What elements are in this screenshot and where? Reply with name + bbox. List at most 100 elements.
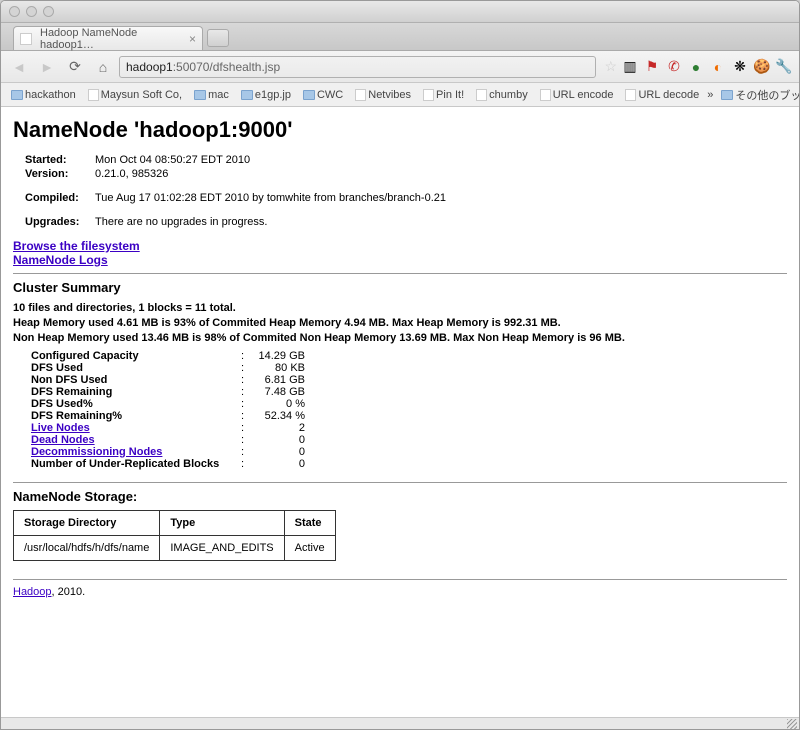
reload-button[interactable]: ⟳ — [63, 56, 87, 78]
stat-value: 0 % — [251, 398, 311, 410]
stat-value: 2 — [251, 422, 311, 434]
meta-label: Version: — [25, 167, 95, 181]
page-content: NameNode 'hadoop1:9000' Started:Mon Oct … — [1, 107, 799, 717]
storage-cell: /usr/local/hdfs/h/dfs/name — [14, 535, 160, 560]
meta-label: Started: — [25, 153, 95, 167]
home-button[interactable]: ⌂ — [91, 56, 115, 78]
meta-value: Tue Aug 17 01:02:28 EDT 2010 by tomwhite… — [95, 191, 452, 205]
stat-link[interactable]: Decommissioning Nodes — [31, 446, 162, 458]
bookmark-item[interactable]: URL decode — [621, 89, 703, 101]
bookmark-item[interactable]: CWC — [299, 89, 347, 101]
stat-value: 0 — [251, 458, 311, 470]
tab-bar: Hadoop NameNode hadoop1… × — [1, 23, 799, 51]
page-icon — [355, 89, 366, 101]
stat-label: DFS Remaining — [31, 386, 241, 398]
page-icon — [625, 89, 636, 101]
storage-table: Storage Directory Type State /usr/local/… — [13, 510, 336, 561]
extension-icon[interactable]: ⚑ — [643, 58, 661, 76]
stat-link[interactable]: Live Nodes — [31, 422, 90, 434]
stat-value: 0 — [251, 434, 311, 446]
tab-favicon — [20, 33, 32, 45]
stat-value: 7.48 GB — [251, 386, 311, 398]
stat-label: Configured Capacity — [31, 350, 241, 362]
bookmark-item[interactable]: Pin It! — [419, 89, 468, 101]
extension-icon[interactable]: ▥ — [621, 58, 639, 76]
meta-value: 0.21.0, 985326 — [95, 167, 452, 181]
folder-icon — [11, 90, 23, 100]
toolbar: ◄ ► ⟳ ⌂ hadoop1:50070/dfshealth.jsp ☆ ▥ … — [1, 51, 799, 83]
browse-filesystem-link[interactable]: Browse the filesystem — [13, 239, 140, 253]
zoom-icon[interactable] — [43, 6, 54, 17]
meta-table: Started:Mon Oct 04 08:50:27 EDT 2010 Ver… — [25, 153, 452, 229]
stat-label: DFS Remaining% — [31, 410, 241, 422]
stat-value: 0 — [251, 446, 311, 458]
back-button[interactable]: ◄ — [7, 56, 31, 78]
bookmark-item[interactable]: mac — [190, 89, 233, 101]
stat-label: DFS Used — [31, 362, 241, 374]
storage-header: Type — [160, 510, 284, 535]
bookmark-star-icon[interactable]: ☆ — [604, 58, 617, 75]
status-bar — [1, 717, 799, 730]
bookmark-item[interactable]: URL encode — [536, 89, 618, 101]
meta-value: There are no upgrades in progress. — [95, 215, 452, 229]
storage-heading: NameNode Storage: — [13, 489, 787, 504]
titlebar — [1, 1, 799, 23]
hadoop-link[interactable]: Hadoop — [13, 586, 52, 598]
bookmark-item[interactable]: hackathon — [7, 89, 80, 101]
storage-cell: IMAGE_AND_EDITS — [160, 535, 284, 560]
folder-icon — [194, 90, 206, 100]
storage-header: Storage Directory — [14, 510, 160, 535]
page-icon — [476, 89, 487, 101]
extension-icon[interactable]: ◐ — [709, 58, 727, 76]
stat-label[interactable]: Decommissioning Nodes — [31, 446, 241, 458]
extension-icon[interactable]: ✆ — [665, 58, 683, 76]
url-host: hadoop1 — [126, 60, 173, 74]
page-icon — [423, 89, 434, 101]
browser-tab[interactable]: Hadoop NameNode hadoop1… × — [13, 26, 203, 50]
url-rest: :50070/dfshealth.jsp — [173, 60, 280, 74]
extension-icon[interactable]: ❋ — [731, 58, 749, 76]
folder-icon — [303, 90, 315, 100]
forward-button[interactable]: ► — [35, 56, 59, 78]
stats-table: Configured Capacity:14.29 GBDFS Used:80 … — [31, 350, 311, 470]
stat-value: 52.34 % — [251, 410, 311, 422]
other-bookmarks[interactable]: その他のブックマーク — [717, 87, 800, 103]
close-icon[interactable]: × — [189, 32, 196, 46]
stat-value: 14.29 GB — [251, 350, 311, 362]
folder-icon — [721, 90, 733, 100]
stat-label: Number of Under-Replicated Blocks — [31, 458, 241, 470]
stat-label[interactable]: Dead Nodes — [31, 434, 241, 446]
url-bar[interactable]: hadoop1:50070/dfshealth.jsp — [119, 56, 596, 78]
resize-grip-icon[interactable] — [787, 719, 797, 729]
wrench-icon[interactable]: 🔧 — [775, 58, 793, 76]
stat-link[interactable]: Dead Nodes — [31, 434, 95, 446]
bookmark-item[interactable]: e1gp.jp — [237, 89, 295, 101]
tab-title: Hadoop NameNode hadoop1… — [40, 27, 174, 51]
close-icon[interactable] — [9, 6, 20, 17]
extension-icon[interactable]: ● — [687, 58, 705, 76]
storage-header: State — [284, 510, 335, 535]
bookmarks-bar: hackathon Maysun Soft Co, mac e1gp.jp CW… — [1, 83, 799, 107]
stat-label[interactable]: Live Nodes — [31, 422, 241, 434]
bookmark-item[interactable]: Maysun Soft Co, — [84, 89, 186, 101]
bookmark-item[interactable]: Netvibes — [351, 89, 415, 101]
meta-label: Compiled: — [25, 191, 95, 205]
stat-label: Non DFS Used — [31, 374, 241, 386]
meta-value: Mon Oct 04 08:50:27 EDT 2010 — [95, 153, 452, 167]
folder-icon — [241, 90, 253, 100]
stat-value: 80 KB — [251, 362, 311, 374]
divider — [13, 273, 787, 274]
minimize-icon[interactable] — [26, 6, 37, 17]
namenode-logs-link[interactable]: NameNode Logs — [13, 253, 108, 267]
page-title: NameNode 'hadoop1:9000' — [13, 117, 787, 143]
bookmark-item[interactable]: chumby — [472, 89, 532, 101]
cluster-summary-heading: Cluster Summary — [13, 280, 787, 295]
summary-text: 10 files and directories, 1 blocks = 11 … — [13, 301, 787, 346]
footer: Hadoop, 2010. — [13, 586, 787, 598]
bookmarks-overflow[interactable]: » — [707, 89, 713, 101]
divider — [13, 482, 787, 483]
meta-label: Upgrades: — [25, 215, 95, 229]
storage-cell: Active — [284, 535, 335, 560]
new-tab-button[interactable] — [207, 29, 229, 47]
extension-icon[interactable]: 🍪 — [753, 58, 771, 76]
